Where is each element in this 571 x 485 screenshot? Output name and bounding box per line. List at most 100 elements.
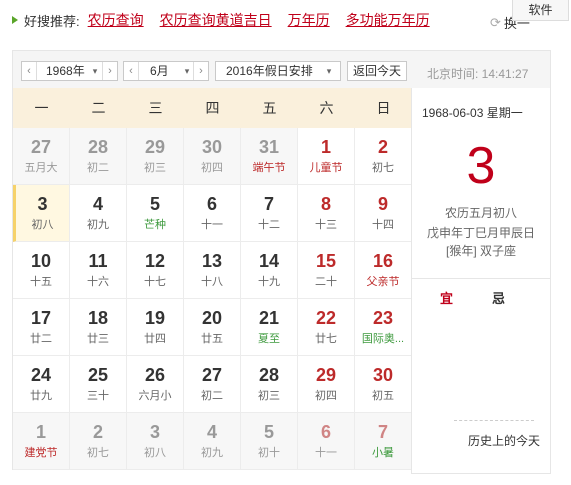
day-number: 30 (201, 137, 223, 157)
week-row: 3 初八 4 初九 5 芒种 6 十一 7 十二 8 十三 9 十四 (13, 185, 412, 242)
day-cell[interactable]: 27 五月大 (13, 128, 70, 185)
day-cell[interactable]: 31 端午节 (241, 128, 298, 185)
chevron-down-icon[interactable]: ▾ (180, 62, 194, 80)
day-cell[interactable]: 17 廿二 (13, 299, 70, 356)
next-month-icon[interactable]: › (193, 62, 208, 80)
day-cell[interactable]: 11 十六 (70, 242, 127, 299)
lunar-subtext: 初四 (201, 162, 223, 174)
chevron-down-icon[interactable]: ▾ (322, 62, 336, 80)
day-cell[interactable]: 4 初九 (70, 185, 127, 242)
day-number: 6 (320, 422, 331, 442)
week-row: 27 五月大 28 初二 29 初三 30 初四 31 端午节 1 儿童节 2 初七 (13, 128, 412, 185)
day-cell[interactable]: 27 初二 (184, 356, 241, 413)
day-cell[interactable]: 25 三十 (70, 356, 127, 413)
month-selector[interactable]: ‹ 6月 ▾ › (123, 61, 209, 81)
day-cell[interactable]: 5 芒种 (127, 185, 184, 242)
lunar-subtext: 初三 (144, 162, 166, 174)
day-cell[interactable]: 3 初八 (127, 413, 184, 470)
dashed-divider (454, 420, 534, 421)
triangle-icon (12, 16, 18, 24)
selected-date: 1968-06-03 星期一 (422, 106, 523, 120)
day-cell[interactable]: 16 父亲节 (355, 242, 412, 299)
divider (412, 278, 550, 279)
day-cell[interactable]: 4 初九 (184, 413, 241, 470)
day-cell-selected[interactable]: 3 初八 (13, 185, 70, 242)
day-cell[interactable]: 30 初四 (184, 128, 241, 185)
day-cell[interactable]: 14 十九 (241, 242, 298, 299)
day-cell[interactable]: 15 二十 (298, 242, 355, 299)
day-cell[interactable]: 7 小暑 (355, 413, 412, 470)
lunar-subtext: 十五 (30, 276, 52, 288)
day-number: 3 (37, 194, 48, 214)
link-lunar-query[interactable]: 农历查询 (88, 10, 144, 30)
day-cell[interactable]: 29 初四 (298, 356, 355, 413)
software-button[interactable]: 软件 (512, 0, 569, 21)
day-cell[interactable]: 7 十二 (241, 185, 298, 242)
weeks-container: 27 五月大 28 初二 29 初三 30 初四 31 端午节 1 儿童节 2 初七 3 初八 4 初九 5 芒种 6 十… (13, 128, 412, 470)
day-cell[interactable]: 2 初七 (70, 413, 127, 470)
day-number: 16 (372, 251, 394, 271)
calendar-grid: 一 二 三 四 五 六 日 27 五月大 28 初二 29 初三 30 初四 31 端午节 1 儿童节… (12, 88, 412, 470)
day-number: 5 (149, 194, 160, 214)
refresh-icon: ⟳ (490, 14, 501, 30)
day-cell[interactable]: 6 十一 (298, 413, 355, 470)
day-number: 6 (206, 194, 217, 214)
day-detail-panel: 1968-06-03 星期一 3 农历五月初八 戊申年丁巳月甲辰日 [猴年] 双… (411, 88, 551, 474)
day-number: 29 (144, 137, 166, 157)
link-multi-calendar[interactable]: 多功能万年历 (346, 10, 430, 30)
prev-month-icon[interactable]: ‹ (124, 62, 139, 80)
day-cell[interactable]: 12 十七 (127, 242, 184, 299)
lunar-subtext: 国际奥... (361, 333, 405, 345)
weekday-sat: 六 (319, 100, 334, 116)
day-cell[interactable]: 2 初七 (355, 128, 412, 185)
day-cell[interactable]: 28 初三 (241, 356, 298, 413)
day-cell[interactable]: 18 廿三 (70, 299, 127, 356)
link-lunar-auspicious[interactable]: 农历查询黄道吉日 (160, 10, 272, 30)
day-cell[interactable]: 6 十一 (184, 185, 241, 242)
day-cell[interactable]: 5 初十 (241, 413, 298, 470)
day-number: 18 (87, 308, 109, 328)
day-cell[interactable]: 19 廿四 (127, 299, 184, 356)
lunar-subtext: 儿童节 (309, 162, 343, 174)
history-today-link[interactable]: 历史上的今天 (468, 432, 540, 449)
day-cell[interactable]: 24 廿九 (13, 356, 70, 413)
day-cell[interactable]: 30 初五 (355, 356, 412, 413)
day-cell[interactable]: 23 国际奥... (355, 299, 412, 356)
day-number: 4 (92, 194, 103, 214)
day-cell[interactable]: 1 儿童节 (298, 128, 355, 185)
day-number: 9 (377, 194, 388, 214)
day-number: 5 (263, 422, 274, 442)
day-cell[interactable]: 8 十三 (298, 185, 355, 242)
day-number: 2 (377, 137, 388, 157)
day-number: 7 (263, 194, 274, 214)
day-cell[interactable]: 21 夏至 (241, 299, 298, 356)
day-number: 8 (320, 194, 331, 214)
prev-year-icon[interactable]: ‹ (22, 62, 37, 80)
link-perpetual-calendar[interactable]: 万年历 (288, 10, 330, 30)
day-cell[interactable]: 20 廿五 (184, 299, 241, 356)
recommend-label: 好搜推荐: (24, 13, 80, 29)
year-selector[interactable]: ‹ 1968年 ▾ › (21, 61, 118, 81)
holiday-selector[interactable]: 2016年假日安排 ▾ (215, 61, 341, 81)
day-cell[interactable]: 29 初三 (127, 128, 184, 185)
day-cell[interactable]: 28 初二 (70, 128, 127, 185)
lunar-subtext: 十七 (144, 276, 166, 288)
day-number: 24 (30, 365, 52, 385)
day-number: 27 (201, 365, 223, 385)
chevron-down-icon[interactable]: ▾ (88, 62, 102, 80)
zodiac-info: [猴年] 双子座 (445, 244, 516, 258)
day-number: 17 (30, 308, 52, 328)
weekday-thu: 四 (205, 100, 220, 116)
selected-day-number: 3 (466, 137, 496, 195)
lunar-subtext: 夏至 (258, 333, 280, 345)
day-cell[interactable]: 22 廿七 (298, 299, 355, 356)
day-cell[interactable]: 9 十四 (355, 185, 412, 242)
back-to-today-button[interactable]: 返回今天 (347, 61, 407, 81)
day-cell[interactable]: 26 六月小 (127, 356, 184, 413)
day-number: 2 (92, 422, 103, 442)
next-year-icon[interactable]: › (102, 62, 117, 80)
day-cell[interactable]: 10 十五 (13, 242, 70, 299)
day-cell[interactable]: 1 建党节 (13, 413, 70, 470)
day-cell[interactable]: 13 十八 (184, 242, 241, 299)
lunar-subtext: 建党节 (24, 447, 58, 459)
